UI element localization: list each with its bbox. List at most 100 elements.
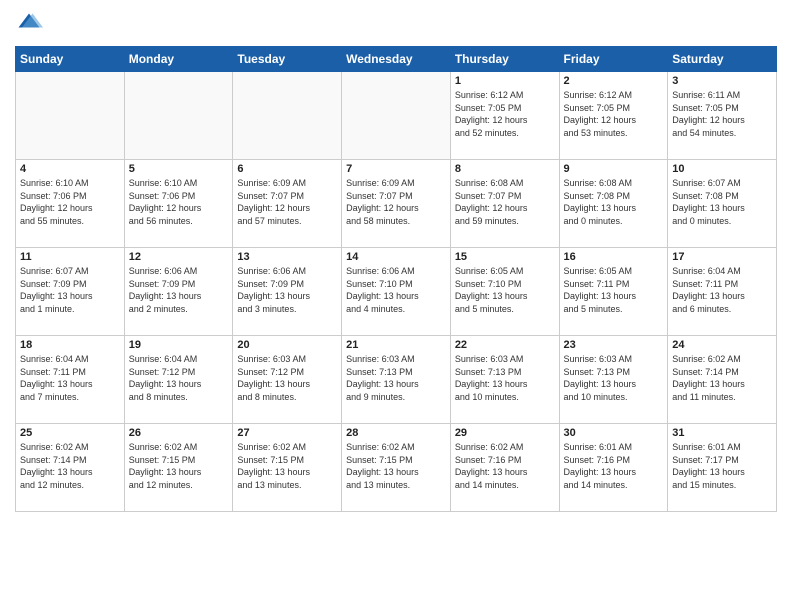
calendar-cell: 20 Sunrise: 6:03 AM Sunset: 7:12 PM Dayli…	[233, 336, 342, 424]
header	[15, 10, 777, 38]
calendar-cell: 12 Sunrise: 6:06 AM Sunset: 7:09 PM Dayli…	[124, 248, 233, 336]
day-number: 24	[672, 339, 772, 351]
day-info: Sunrise: 6:05 AM Sunset: 7:10 PM Dayligh…	[455, 265, 555, 315]
calendar-cell: 2 Sunrise: 6:12 AM Sunset: 7:05 PM Daylig…	[559, 72, 668, 160]
calendar-cell	[124, 72, 233, 160]
day-number: 12	[129, 251, 229, 263]
day-info: Sunrise: 6:04 AM Sunset: 7:11 PM Dayligh…	[672, 265, 772, 315]
calendar-cell: 5 Sunrise: 6:10 AM Sunset: 7:06 PM Daylig…	[124, 160, 233, 248]
logo	[15, 10, 47, 38]
weekday-header-row: SundayMondayTuesdayWednesdayThursdayFrid…	[16, 47, 777, 72]
day-info: Sunrise: 6:07 AM Sunset: 7:09 PM Dayligh…	[20, 265, 120, 315]
calendar-cell: 22Sunrise: 6:03 AM Sunset: 7:13 PM Dayli…	[450, 336, 559, 424]
calendar-cell: 26 Sunrise: 6:02 AM Sunset: 7:15 PM Dayli…	[124, 424, 233, 512]
day-info: Sunrise: 6:09 AM Sunset: 7:07 PM Dayligh…	[237, 177, 337, 227]
day-info: Sunrise: 6:06 AM Sunset: 7:09 PM Dayligh…	[237, 265, 337, 315]
calendar-cell: 16Sunrise: 6:05 AM Sunset: 7:11 PM Dayli…	[559, 248, 668, 336]
day-number: 14	[346, 251, 446, 263]
day-info: Sunrise: 6:02 AM Sunset: 7:15 PM Dayligh…	[129, 441, 229, 491]
day-info: Sunrise: 6:02 AM Sunset: 7:16 PM Dayligh…	[455, 441, 555, 491]
calendar-cell: 14 Sunrise: 6:06 AM Sunset: 7:10 PM Dayli…	[342, 248, 451, 336]
calendar-cell: 3Sunrise: 6:11 AM Sunset: 7:05 PM Daylig…	[668, 72, 777, 160]
calendar-cell: 10 Sunrise: 6:07 AM Sunset: 7:08 PM Dayli…	[668, 160, 777, 248]
weekday-header-tuesday: Tuesday	[233, 47, 342, 72]
calendar-cell: 29 Sunrise: 6:02 AM Sunset: 7:16 PM Dayli…	[450, 424, 559, 512]
day-number: 4	[20, 163, 120, 175]
calendar-cell	[16, 72, 125, 160]
weekday-header-monday: Monday	[124, 47, 233, 72]
day-number: 8	[455, 163, 555, 175]
page: SundayMondayTuesdayWednesdayThursdayFrid…	[0, 0, 792, 527]
day-info: Sunrise: 6:06 AM Sunset: 7:10 PM Dayligh…	[346, 265, 446, 315]
day-number: 13	[237, 251, 337, 263]
weekday-header-friday: Friday	[559, 47, 668, 72]
logo-icon	[15, 10, 43, 38]
day-number: 5	[129, 163, 229, 175]
calendar-cell: 13 Sunrise: 6:06 AM Sunset: 7:09 PM Dayli…	[233, 248, 342, 336]
day-number: 2	[564, 75, 664, 87]
calendar-cell: 18 Sunrise: 6:04 AM Sunset: 7:11 PM Dayli…	[16, 336, 125, 424]
calendar-table: SundayMondayTuesdayWednesdayThursdayFrid…	[15, 46, 777, 512]
calendar-cell: 9 Sunrise: 6:08 AM Sunset: 7:08 PM Daylig…	[559, 160, 668, 248]
calendar-cell: 28 Sunrise: 6:02 AM Sunset: 7:15 PM Dayli…	[342, 424, 451, 512]
day-number: 15	[455, 251, 555, 263]
day-number: 3	[672, 75, 772, 87]
day-number: 29	[455, 427, 555, 439]
day-info: Sunrise: 6:08 AM Sunset: 7:07 PM Dayligh…	[455, 177, 555, 227]
calendar-cell: 27Sunrise: 6:02 AM Sunset: 7:15 PM Dayli…	[233, 424, 342, 512]
day-info: Sunrise: 6:02 AM Sunset: 7:14 PM Dayligh…	[672, 353, 772, 403]
week-row-5: 25 Sunrise: 6:02 AM Sunset: 7:14 PM Dayli…	[16, 424, 777, 512]
day-number: 28	[346, 427, 446, 439]
day-info: Sunrise: 6:01 AM Sunset: 7:16 PM Dayligh…	[564, 441, 664, 491]
calendar-cell: 8 Sunrise: 6:08 AM Sunset: 7:07 PM Daylig…	[450, 160, 559, 248]
day-number: 6	[237, 163, 337, 175]
day-number: 11	[20, 251, 120, 263]
day-info: Sunrise: 6:02 AM Sunset: 7:14 PM Dayligh…	[20, 441, 120, 491]
calendar-cell: 31 Sunrise: 6:01 AM Sunset: 7:17 PM Dayli…	[668, 424, 777, 512]
day-number: 26	[129, 427, 229, 439]
day-info: Sunrise: 6:02 AM Sunset: 7:15 PM Dayligh…	[237, 441, 337, 491]
weekday-header-sunday: Sunday	[16, 47, 125, 72]
day-number: 16	[564, 251, 664, 263]
calendar-cell: 4Sunrise: 6:10 AM Sunset: 7:06 PM Daylig…	[16, 160, 125, 248]
calendar-cell	[233, 72, 342, 160]
calendar-cell: 7Sunrise: 6:09 AM Sunset: 7:07 PM Daylig…	[342, 160, 451, 248]
week-row-1: 1 Sunrise: 6:12 AM Sunset: 7:05 PM Daylig…	[16, 72, 777, 160]
day-number: 17	[672, 251, 772, 263]
calendar-cell: 23Sunrise: 6:03 AM Sunset: 7:13 PM Dayli…	[559, 336, 668, 424]
day-number: 22	[455, 339, 555, 351]
calendar-cell: 30 Sunrise: 6:01 AM Sunset: 7:16 PM Dayli…	[559, 424, 668, 512]
day-number: 10	[672, 163, 772, 175]
day-number: 21	[346, 339, 446, 351]
day-info: Sunrise: 6:03 AM Sunset: 7:12 PM Dayligh…	[237, 353, 337, 403]
calendar-cell	[342, 72, 451, 160]
day-info: Sunrise: 6:03 AM Sunset: 7:13 PM Dayligh…	[346, 353, 446, 403]
day-info: Sunrise: 6:10 AM Sunset: 7:06 PM Dayligh…	[129, 177, 229, 227]
day-number: 1	[455, 75, 555, 87]
day-info: Sunrise: 6:02 AM Sunset: 7:15 PM Dayligh…	[346, 441, 446, 491]
weekday-header-wednesday: Wednesday	[342, 47, 451, 72]
day-info: Sunrise: 6:04 AM Sunset: 7:12 PM Dayligh…	[129, 353, 229, 403]
day-number: 30	[564, 427, 664, 439]
day-number: 19	[129, 339, 229, 351]
weekday-header-thursday: Thursday	[450, 47, 559, 72]
day-info: Sunrise: 6:12 AM Sunset: 7:05 PM Dayligh…	[564, 89, 664, 139]
day-info: Sunrise: 6:12 AM Sunset: 7:05 PM Dayligh…	[455, 89, 555, 139]
day-info: Sunrise: 6:08 AM Sunset: 7:08 PM Dayligh…	[564, 177, 664, 227]
day-number: 9	[564, 163, 664, 175]
day-number: 25	[20, 427, 120, 439]
day-info: Sunrise: 6:06 AM Sunset: 7:09 PM Dayligh…	[129, 265, 229, 315]
day-number: 20	[237, 339, 337, 351]
calendar-cell: 24 Sunrise: 6:02 AM Sunset: 7:14 PM Dayli…	[668, 336, 777, 424]
day-number: 18	[20, 339, 120, 351]
calendar-cell: 1 Sunrise: 6:12 AM Sunset: 7:05 PM Daylig…	[450, 72, 559, 160]
calendar-cell: 25 Sunrise: 6:02 AM Sunset: 7:14 PM Dayli…	[16, 424, 125, 512]
calendar-cell: 15 Sunrise: 6:05 AM Sunset: 7:10 PM Dayli…	[450, 248, 559, 336]
day-info: Sunrise: 6:01 AM Sunset: 7:17 PM Dayligh…	[672, 441, 772, 491]
calendar-cell: 17 Sunrise: 6:04 AM Sunset: 7:11 PM Dayli…	[668, 248, 777, 336]
day-info: Sunrise: 6:07 AM Sunset: 7:08 PM Dayligh…	[672, 177, 772, 227]
week-row-2: 4 Sunrise: 6:10 AM Sunset: 7:06 PM Daylig…	[16, 160, 777, 248]
day-info: Sunrise: 6:03 AM Sunset: 7:13 PM Dayligh…	[564, 353, 664, 403]
day-info: Sunrise: 6:04 AM Sunset: 7:11 PM Dayligh…	[20, 353, 120, 403]
day-number: 31	[672, 427, 772, 439]
